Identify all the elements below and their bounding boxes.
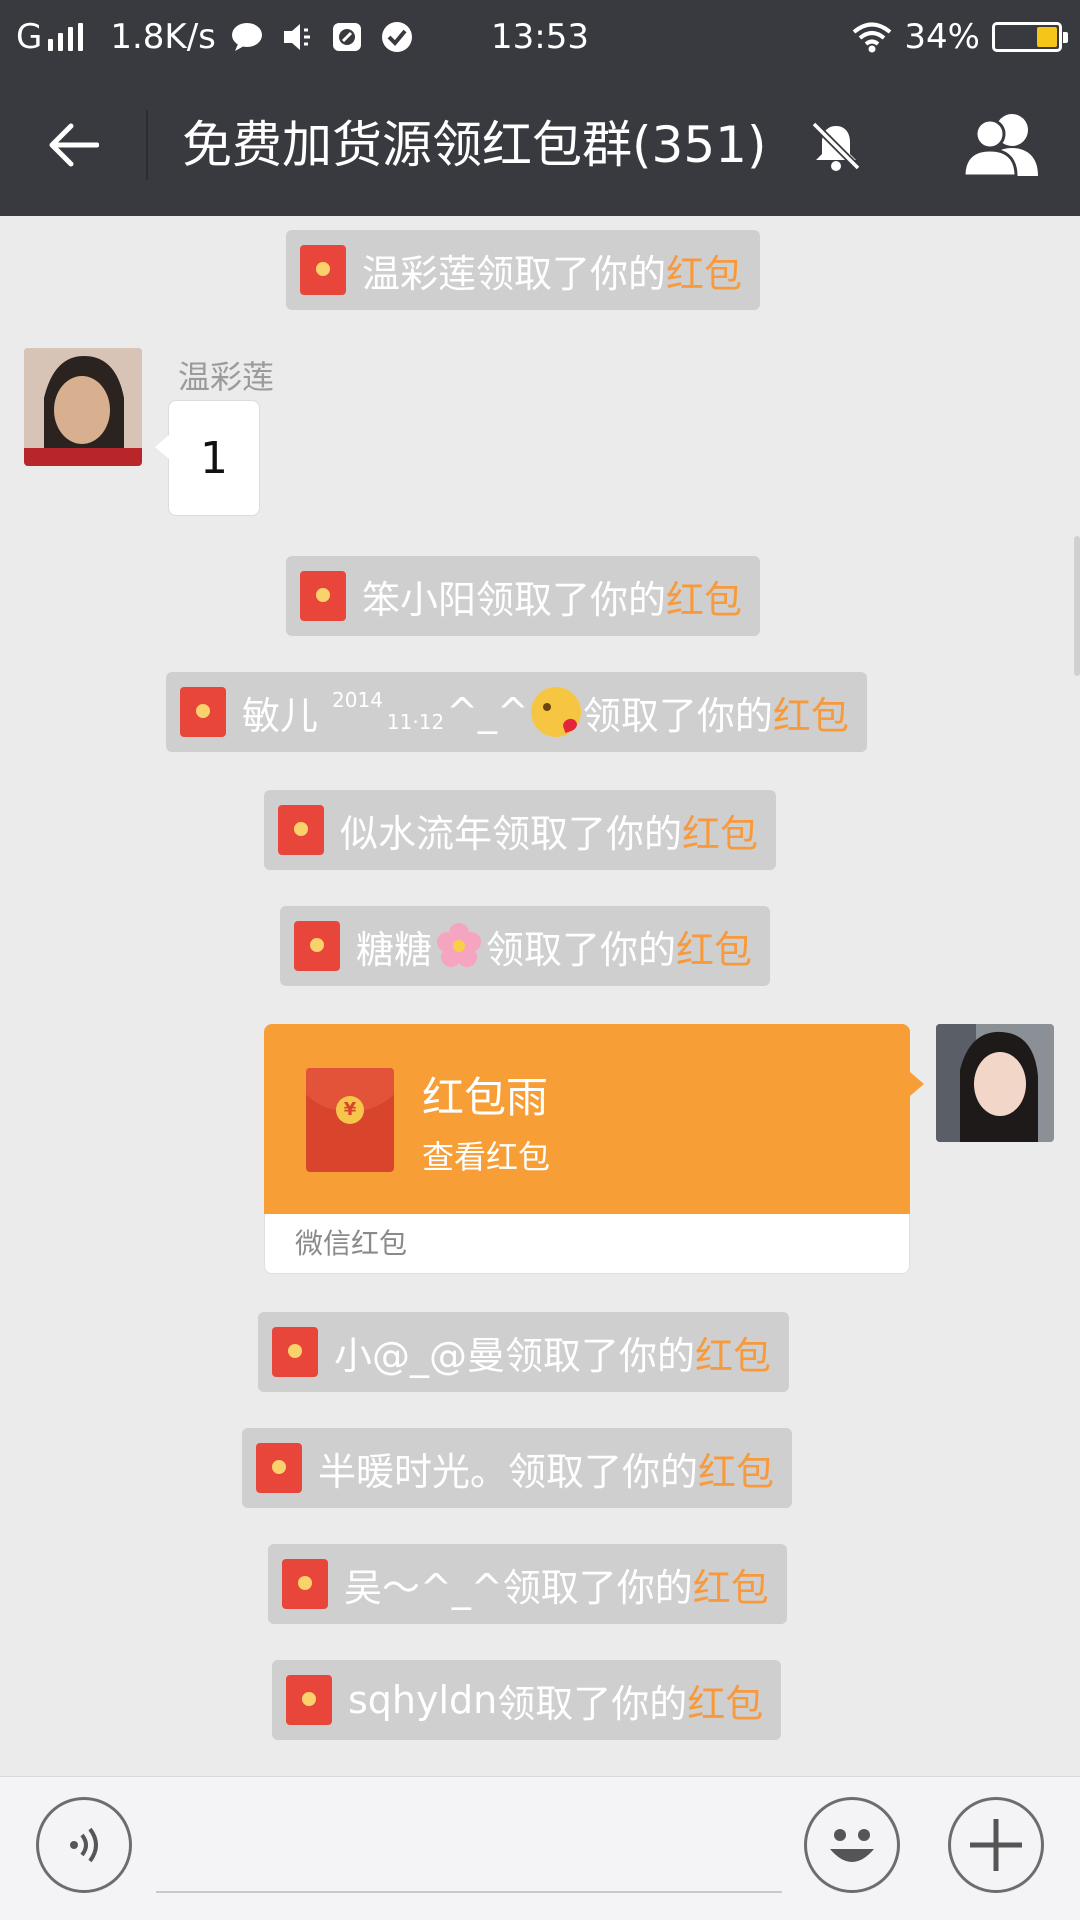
message-icon [231, 23, 262, 51]
network-speed: 1.8K/s [110, 17, 216, 57]
name-suffix: ^_^ [446, 690, 529, 734]
avatar-self[interactable] [936, 1024, 1054, 1142]
claim-action: 领取了你的 [505, 1333, 696, 1378]
red-packet-card-body[interactable]: ¥ 红包雨 查看红包 [264, 1024, 924, 1214]
claimer-name: 小@_@曼 [334, 1333, 506, 1378]
name-superscript: 2014 [332, 688, 383, 712]
check-circle-icon [381, 22, 412, 52]
red-packet-link[interactable]: 红包 [687, 1673, 763, 1728]
red-packet-icon [282, 1559, 328, 1609]
system-message-red-packet: 笨小阳 领取了你的 红包 [286, 556, 761, 636]
wifi-icon [853, 22, 892, 53]
voice-icon [70, 1827, 98, 1863]
claim-action: 领取了你的 [492, 811, 683, 856]
claimer-name: 吴～^_^ [344, 1565, 503, 1610]
red-packet-link[interactable]: 红包 [666, 569, 742, 624]
avatar-photo [936, 1024, 1054, 1142]
name-subscript: 11·12 [386, 710, 445, 734]
signal-icon [48, 23, 88, 51]
red-packet-icon [286, 1675, 332, 1725]
status-right: 34% [852, 0, 1068, 74]
message-list[interactable]: 温彩莲 领取了你的 红包 温彩莲 1 笨小阳 领取了你的 红包 敏儿 2014 … [0, 216, 1080, 1776]
red-packet-link[interactable]: 红包 [682, 803, 758, 858]
claimer-name: 似水流年 [340, 811, 493, 856]
status-bar: G 1.8K/s 13:53 34% [0, 0, 1080, 74]
claimer-name: 敏儿 [242, 693, 319, 738]
claimer-name: 笨小阳 [362, 577, 477, 622]
chat-header: 免费加货源领红包群(351) [0, 74, 1080, 216]
carrier-label: G [16, 17, 43, 57]
red-packet-card[interactable]: ¥ 红包雨 查看红包 微信红包 [264, 1024, 924, 1274]
message-input[interactable] [156, 1797, 782, 1893]
claim-action: 领取了你的 [476, 251, 667, 296]
red-packet-link[interactable]: 红包 [695, 1325, 771, 1380]
muted-bell-icon [811, 121, 861, 171]
claim-action: 领取了你的 [508, 1449, 699, 1494]
voice-button[interactable] [36, 1797, 132, 1893]
system-message-red-packet: sqhyldn 领取了你的 红包 [272, 1660, 782, 1740]
claim-action: 领取了你的 [476, 577, 667, 622]
red-packet-link[interactable]: 红包 [773, 685, 849, 740]
claim-action: 领取了你的 [502, 1565, 693, 1610]
red-packet-link[interactable]: 红包 [698, 1441, 774, 1496]
claim-action: 领取了你的 [582, 693, 773, 738]
chat-screen: G 1.8K/s 13:53 34% 免费加货源领红包群(351) 温彩莲 领取… [0, 0, 1080, 1920]
red-packet-link[interactable]: 红包 [666, 243, 742, 298]
battery-percent: 34% [904, 17, 980, 57]
claimer-name: 半暖时光。 [318, 1449, 509, 1494]
back-button[interactable] [30, 102, 116, 188]
red-packet-footer: 微信红包 [264, 1214, 910, 1274]
claim-action: 领取了你的 [497, 1681, 688, 1726]
red-packet-icon [272, 1327, 318, 1377]
claimer-name: 温彩莲 [362, 251, 477, 296]
claimer-name: sqhyldn [348, 1678, 498, 1722]
system-message-red-packet: 敏儿 2014 11·12 ^_^ 领取了你的 红包 [166, 672, 867, 752]
avatar[interactable] [24, 348, 142, 466]
red-packet-subtitle: 查看红包 [422, 1138, 551, 1176]
flower-emoji-icon [437, 923, 482, 967]
system-message-red-packet: 吴～^_^ 领取了你的 红包 [268, 1544, 787, 1624]
text-message-bubble[interactable]: 1 [155, 400, 260, 516]
red-packet-icon [180, 687, 226, 737]
chat-title: 免费加货源领红包群(351) [182, 116, 767, 174]
status-left: G 1.8K/s [16, 0, 430, 74]
kiss-emoji-icon [530, 687, 581, 737]
system-message-red-packet: 半暖时光。 领取了你的 红包 [242, 1428, 793, 1508]
plus-icon [970, 1819, 1022, 1871]
back-arrow-icon [49, 123, 99, 167]
system-message-red-packet: 温彩莲 领取了你的 红包 [286, 230, 761, 310]
red-packet-icon [256, 1443, 302, 1493]
red-packet-icon [300, 571, 346, 621]
claimer-name: 糖糖 [356, 927, 433, 972]
system-message-red-packet: 似水流年 领取了你的 红包 [264, 790, 777, 870]
vibrate-icon [283, 24, 310, 50]
battery-level [1037, 27, 1057, 47]
emoji-button[interactable] [804, 1797, 900, 1893]
red-packet-link[interactable]: 红包 [676, 919, 752, 974]
red-envelope-icon: ¥ [306, 1068, 394, 1172]
sender-name: 温彩莲 [178, 358, 275, 396]
group-members-button[interactable] [960, 110, 1046, 180]
red-packet-icon [278, 805, 324, 855]
red-packet-title: 红包雨 [422, 1073, 549, 1122]
more-button[interactable] [948, 1797, 1044, 1893]
header-divider [146, 110, 148, 180]
claim-action: 领取了你的 [486, 927, 677, 972]
avatar-photo [24, 348, 142, 466]
red-packet-link[interactable]: 红包 [693, 1557, 769, 1612]
input-bar [0, 1776, 1080, 1920]
system-message-red-packet: 糖糖 领取了你的 红包 [280, 906, 771, 986]
app-notification-icon [332, 23, 361, 51]
battery-icon [992, 22, 1068, 52]
group-members-icon [962, 114, 1038, 178]
scrollbar[interactable] [1074, 536, 1080, 676]
emoji-icon [830, 1829, 874, 1862]
system-message-red-packet: 小@_@曼 领取了你的 红包 [258, 1312, 790, 1392]
red-packet-icon [294, 921, 340, 971]
red-packet-icon [300, 245, 346, 295]
